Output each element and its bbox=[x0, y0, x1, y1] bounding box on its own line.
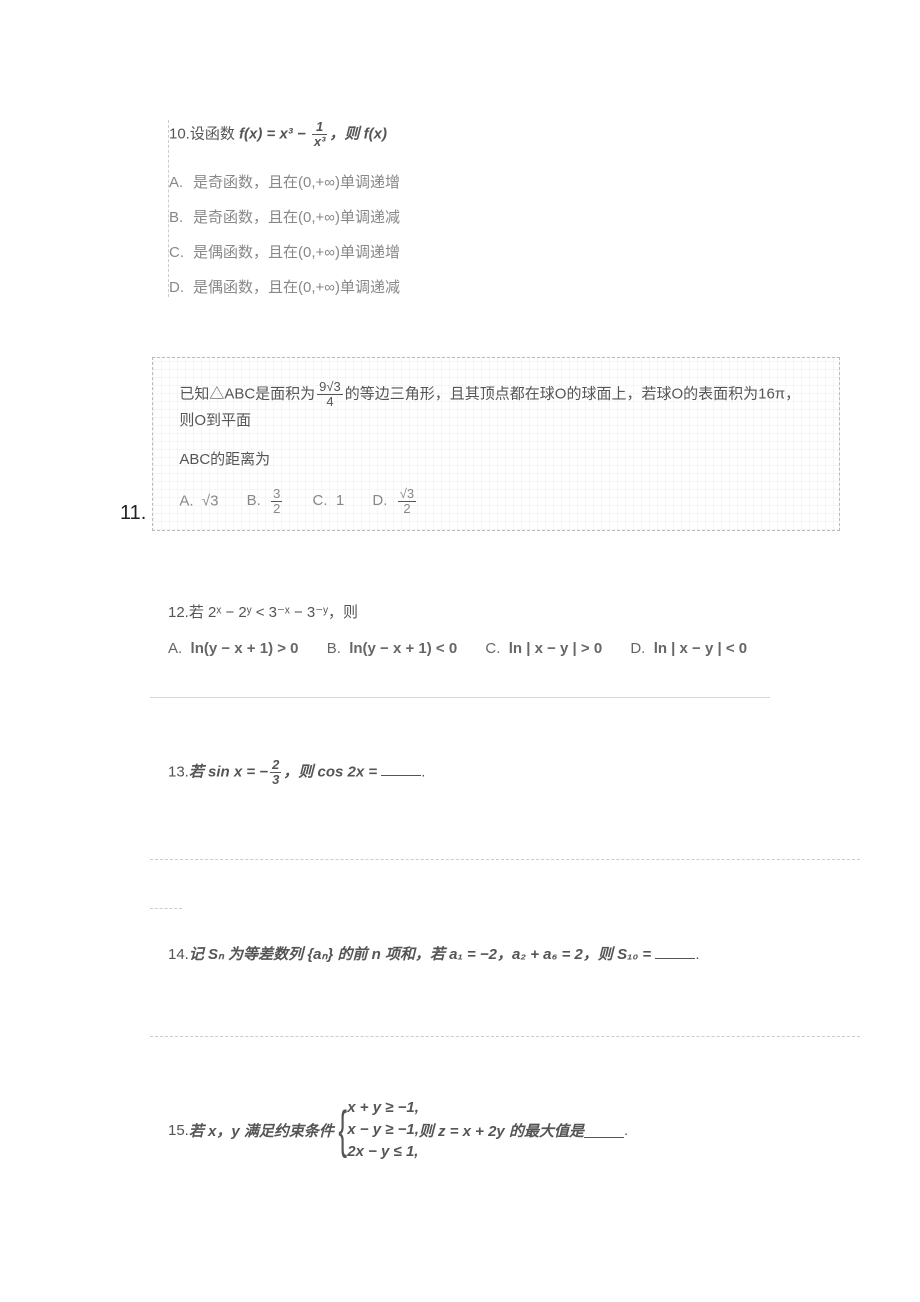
q11-box: 已知△ABC是面积为9√34的等边三角形，且其顶点都在球O的球面上，若球O的表面… bbox=[152, 357, 840, 531]
opt-letter: D. bbox=[372, 492, 387, 509]
q15-c2: x − y ≥ −1, bbox=[347, 1119, 419, 1141]
q11-frac1-num: 9√3 bbox=[317, 380, 343, 395]
q12-stem-text: 若 2ˣ − 2ʸ < 3⁻ˣ − 3⁻ʸ，则 bbox=[189, 604, 358, 621]
q13-frac-den: 3 bbox=[270, 773, 281, 787]
q14-blank bbox=[655, 944, 695, 959]
q10-optB-text: 是奇函数，且在(0,+∞)单调递减 bbox=[193, 209, 400, 226]
opt-letter: D. bbox=[630, 640, 645, 657]
q10-stem: 10.设函数 f(x) = x³ − 1x³，则 f(x) bbox=[169, 120, 729, 149]
opt-letter: A. bbox=[168, 640, 182, 657]
opt-letter: B. bbox=[169, 209, 193, 226]
q13-text-b: ，则 cos 2x = bbox=[283, 763, 381, 780]
q15-blank bbox=[584, 1123, 624, 1138]
q12-optA: A. ln(y − x + 1) > 0 bbox=[168, 640, 299, 657]
question-11: 11. 已知△ABC是面积为9√34的等边三角形，且其顶点都在球O的球面上，若球… bbox=[120, 357, 840, 531]
q11-optB-den: 2 bbox=[271, 502, 282, 516]
q15-number: 15. bbox=[168, 1122, 189, 1139]
q12-options: A. ln(y − x + 1) > 0 B. ln(y − x + 1) < … bbox=[168, 640, 848, 657]
question-13: 13.若 sin x = −23，则 cos 2x = . bbox=[168, 758, 848, 823]
q14-tail: . bbox=[695, 946, 699, 963]
question-15: 15.若 x，y 满足约束条件 { x + y ≥ −1, x − y ≥ −1… bbox=[168, 1097, 848, 1163]
q13-tail: . bbox=[421, 763, 425, 780]
q13-frac-num: 2 bbox=[270, 758, 281, 773]
divider bbox=[150, 697, 770, 698]
q10-optA-text: 是奇函数，且在(0,+∞)单调递增 bbox=[193, 174, 400, 191]
q11-optB-frac: 32 bbox=[271, 487, 282, 516]
question-12: 12.若 2ˣ − 2ʸ < 3⁻ˣ − 3⁻ʸ，则 A. ln(y − x +… bbox=[168, 601, 848, 697]
q12-optC: C. ln | x − y | > 0 bbox=[485, 640, 602, 657]
q10-func: f(x) = x³ − bbox=[239, 125, 310, 142]
q13-number: 13. bbox=[168, 763, 189, 780]
q10-option-D: D.是偶函数，且在(0,+∞)单调递减 bbox=[169, 276, 729, 297]
opt-letter: B. bbox=[247, 492, 261, 509]
q11-optD: D. √32 bbox=[372, 492, 418, 509]
q11-optA-val: √3 bbox=[202, 492, 219, 509]
q15-c1: x + y ≥ −1, bbox=[347, 1097, 419, 1119]
q12-optB: B. ln(y − x + 1) < 0 bbox=[327, 640, 458, 657]
q10-option-C: C.是偶函数，且在(0,+∞)单调递增 bbox=[169, 241, 729, 262]
q10-option-A: A.是奇函数，且在(0,+∞)单调递增 bbox=[169, 171, 729, 192]
q15-constraints: x + y ≥ −1, x − y ≥ −1, 2x − y ≤ 1, bbox=[347, 1097, 419, 1163]
q13-text-a: 若 sin x = − bbox=[189, 763, 268, 780]
page: 10.设函数 f(x) = x³ − 1x³，则 f(x) A.是奇函数，且在(… bbox=[0, 0, 920, 1243]
q12-optB-text: ln(y − x + 1) < 0 bbox=[349, 640, 457, 657]
q15-text-b: 则 z = x + 2y 的最大值是 bbox=[419, 1120, 584, 1141]
q11-optB: B. 32 bbox=[247, 492, 285, 509]
q11-frac1: 9√34 bbox=[317, 380, 343, 409]
q10-frac-den: x³ bbox=[312, 135, 328, 149]
q11-number: 11. bbox=[120, 502, 146, 531]
q11-options: A. √3 B. 32 C. 1 D. √32 bbox=[179, 487, 813, 516]
opt-letter: C. bbox=[169, 244, 193, 261]
q12-optD: D. ln | x − y | < 0 bbox=[630, 640, 747, 657]
q12-number: 12. bbox=[168, 604, 189, 621]
q14-number: 14. bbox=[168, 946, 189, 963]
q11-line1a: 已知△ABC是面积为 bbox=[179, 385, 315, 402]
opt-letter: A. bbox=[169, 174, 193, 191]
q12-stem: 12.若 2ˣ − 2ʸ < 3⁻ˣ − 3⁻ʸ，则 bbox=[168, 601, 848, 622]
q11-optC-val: 1 bbox=[336, 492, 344, 509]
q11-line2: ABC的距离为 bbox=[179, 448, 813, 469]
question-14: 14.记 Sₙ 为等差数列 {aₙ} 的前 n 项和，若 a₁ = −2，a₂ … bbox=[168, 943, 848, 1000]
opt-letter: A. bbox=[179, 492, 193, 509]
q11-optD-frac: √32 bbox=[398, 487, 416, 516]
q12-optC-text: ln | x − y | > 0 bbox=[509, 640, 602, 657]
q10-option-B: B.是奇函数，且在(0,+∞)单调递减 bbox=[169, 206, 729, 227]
q10-stem-suffix: ，则 f(x) bbox=[329, 125, 387, 142]
q10-number: 10. bbox=[169, 125, 190, 142]
q11-optA: A. √3 bbox=[179, 492, 218, 509]
opt-letter: B. bbox=[327, 640, 341, 657]
q15-brace: { x + y ≥ −1, x − y ≥ −1, 2x − y ≤ 1, bbox=[334, 1097, 419, 1163]
q13-blank bbox=[381, 761, 421, 776]
q10-frac: 1x³ bbox=[312, 120, 328, 149]
q14-thumb bbox=[150, 896, 182, 909]
q11-optD-den: 2 bbox=[398, 502, 416, 516]
left-brace-icon: { bbox=[338, 1104, 347, 1156]
q12-optA-text: ln(y − x + 1) > 0 bbox=[191, 640, 299, 657]
divider-dashed bbox=[150, 859, 860, 860]
q13-frac: 23 bbox=[270, 758, 281, 787]
q10-optD-text: 是偶函数，且在(0,+∞)单调递减 bbox=[193, 279, 400, 296]
opt-letter: D. bbox=[169, 279, 193, 296]
q11-line1: 已知△ABC是面积为9√34的等边三角形，且其顶点都在球O的球面上，若球O的表面… bbox=[179, 380, 813, 430]
q10-frac-num: 1 bbox=[312, 120, 328, 135]
q11-optB-num: 3 bbox=[271, 487, 282, 502]
q15-c3: 2x − y ≤ 1, bbox=[347, 1141, 419, 1163]
q14-text-a: 记 Sₙ 为等差数列 {aₙ} 的前 n 项和，若 a₁ = −2，a₂ + a… bbox=[189, 946, 656, 963]
q15-tail: . bbox=[624, 1122, 628, 1139]
opt-letter: C. bbox=[485, 640, 500, 657]
opt-letter: C. bbox=[313, 492, 328, 509]
q11-optD-num: √3 bbox=[398, 487, 416, 502]
question-10: 10.设函数 f(x) = x³ − 1x³，则 f(x) A.是奇函数，且在(… bbox=[168, 120, 729, 297]
q11-optC: C. 1 bbox=[313, 492, 345, 509]
q12-optD-text: ln | x − y | < 0 bbox=[654, 640, 747, 657]
divider-dashed bbox=[150, 1036, 860, 1037]
q10-stem-prefix: 设函数 bbox=[190, 125, 239, 142]
q11-frac1-den: 4 bbox=[317, 395, 343, 409]
q10-optC-text: 是偶函数，且在(0,+∞)单调递增 bbox=[193, 244, 400, 261]
q15-text-a: 若 x，y 满足约束条件 bbox=[189, 1120, 334, 1141]
